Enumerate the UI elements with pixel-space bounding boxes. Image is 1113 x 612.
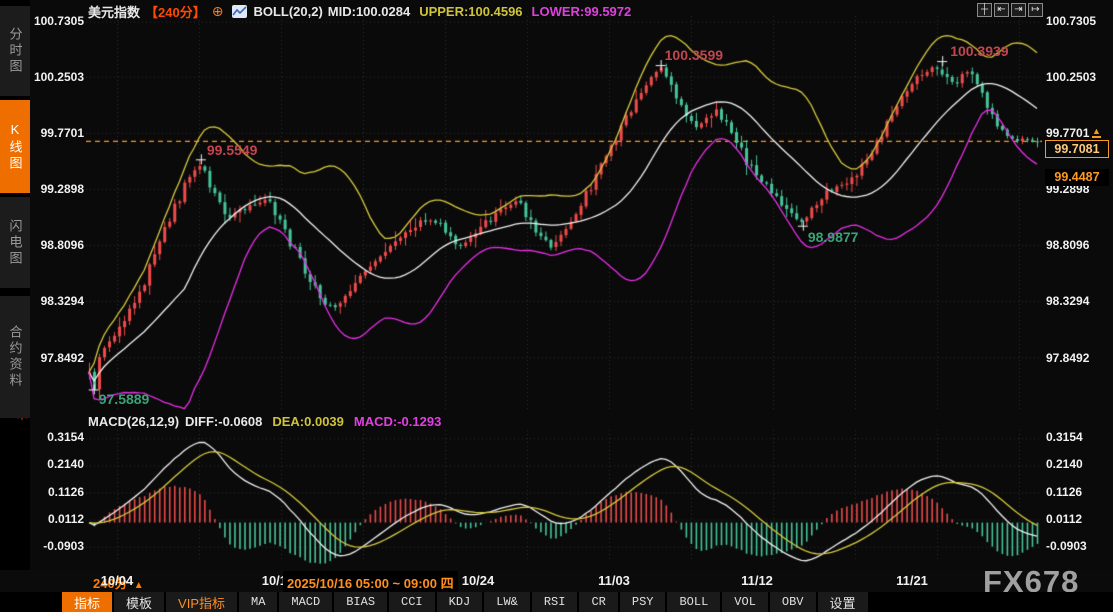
main-y-tick-left-1: 100.2503 <box>30 70 84 84</box>
macd-y-tick-left-2: 0.1126 <box>30 485 84 499</box>
toolbar-item-13[interactable]: VOL <box>722 592 768 612</box>
toolbar-item-11[interactable]: PSY <box>620 592 666 612</box>
toolbar-item-8[interactable]: LW& <box>484 592 530 612</box>
macd-y-tick-right-1: 0.2140 <box>1046 457 1083 471</box>
zoom-step-button[interactable]: ⇥ <box>1011 3 1026 17</box>
main-y-tick-left-5: 98.3294 <box>30 294 84 308</box>
pan-right-button[interactable]: ↦ <box>1028 3 1043 17</box>
toolbar-item-5[interactable]: BIAS <box>334 592 387 612</box>
boll-mid-value: MID:100.0284 <box>328 4 410 19</box>
macd-dea-value: DEA:0.0039 <box>272 414 344 429</box>
chart-annotation-high-4: 100.3939 <box>950 43 1008 59</box>
main-chart-canvas[interactable] <box>86 6 1042 414</box>
toolbar-item-7[interactable]: KDJ <box>437 592 483 612</box>
sidebar-tab-2[interactable]: 闪电图 <box>0 197 30 288</box>
toolbar-item-14[interactable]: OBV <box>770 592 816 612</box>
main-y-tick-left-4: 98.8096 <box>30 238 84 252</box>
zoom-fit-button[interactable]: ⇤ <box>994 3 1009 17</box>
x-axis-label-4: 11/12 <box>741 573 773 588</box>
main-y-tick-left-2: 99.7701 <box>30 126 84 140</box>
jump-to-latest-icon[interactable]: ▲ <box>1092 127 1101 138</box>
toolbar-item-1[interactable]: 模板 <box>114 592 164 612</box>
macd-diff-value: DIFF:-0.0608 <box>185 414 262 429</box>
sidebar-tab-0[interactable]: 分时图 <box>0 6 30 96</box>
chart-annotation-high-1: 99.5549 <box>207 142 258 158</box>
crosshair-button[interactable]: ┼ <box>977 3 992 17</box>
chart-annotation-low-3: 98.9877 <box>808 229 859 245</box>
main-y-tick-right-4: 98.8096 <box>1046 238 1089 252</box>
main-y-tick-right-0: 100.7305 <box>1046 14 1096 28</box>
macd-y-tick-left-0: 0.3154 <box>30 430 84 444</box>
chart-annotation-low-0: 97.5889 <box>99 391 150 407</box>
macd-chart-canvas[interactable] <box>86 424 1042 566</box>
sidebar-tab-3[interactable]: 合约资料 <box>0 296 30 418</box>
macd-y-tick-left-1: 0.2140 <box>30 457 84 471</box>
toolbar-item-12[interactable]: BOLL <box>667 592 720 612</box>
boll-lower-value: LOWER:99.5972 <box>532 4 632 19</box>
x-axis-label-0: 10/04 <box>101 573 134 588</box>
date-range-tooltip: 2025/10/16 05:00 ~ 09:00 四 <box>283 571 458 594</box>
target-plus-icon[interactable]: ⊕ <box>212 3 224 20</box>
indicator-toolbar: 指标模板VIP指标MAMACDBIASCCIKDJLW&RSICRPSYBOLL… <box>0 592 1113 612</box>
x-axis-label-5: 11/21 <box>896 573 928 588</box>
period-dropdown-arrow-icon: ▲ <box>134 580 144 591</box>
main-y-tick-right-5: 98.3294 <box>1046 294 1089 308</box>
main-y-tick-right-2: 99.7701 <box>1046 126 1089 140</box>
main-y-tick-right-1: 100.2503 <box>1046 70 1096 84</box>
chart-type-sidebar: 分时图 K线图闪电图合约资料 <box>0 0 30 612</box>
chart-annotation-high-2: 100.3599 <box>665 47 723 63</box>
macd-y-tick-right-0: 0.3154 <box>1046 430 1083 444</box>
trading-app-window: 分时图 K线图闪电图合约资料 美元指数 【240分】 ⊕ BOLL(20,2) M… <box>0 0 1113 612</box>
toolbar-item-2[interactable]: VIP指标 <box>166 592 237 612</box>
macd-y-tick-left-3: 0.0112 <box>30 512 84 526</box>
kline-chart-icon[interactable] <box>232 5 247 18</box>
toolbar-item-0[interactable]: 指标 <box>62 592 112 612</box>
reference-price-badge: 99.4487 <box>1045 169 1109 186</box>
main-y-tick-right-6: 97.8492 <box>1046 351 1089 365</box>
main-y-tick-left-0: 100.7305 <box>30 14 84 28</box>
toolbar-item-10[interactable]: CR <box>579 592 617 612</box>
x-axis-label-2: 10/24 <box>462 573 495 588</box>
main-y-tick-left-6: 97.8492 <box>30 351 84 365</box>
chart-tool-buttons: ┼⇤⇥↦ <box>977 3 1043 17</box>
macd-label: MACD(26,12,9) <box>88 414 179 429</box>
macd-y-tick-left-4: -0.0903 <box>30 539 84 553</box>
x-axis-label-3: 11/03 <box>598 573 630 588</box>
macd-y-tick-right-3: 0.0112 <box>1046 512 1082 526</box>
toolbar-item-6[interactable]: CCI <box>389 592 435 612</box>
toolbar-item-15[interactable]: 设置 <box>818 592 868 612</box>
macd-y-tick-right-2: 0.1126 <box>1046 485 1082 499</box>
boll-label: BOLL(20,2) <box>253 4 322 19</box>
macd-header: MACD(26,12,9) DIFF:-0.0608 DEA:0.0039 MA… <box>88 414 441 429</box>
macd-macd-value: MACD:-0.1293 <box>354 414 441 429</box>
boll-upper-value: UPPER:100.4596 <box>419 4 522 19</box>
symbol-title: 美元指数 <box>88 2 140 21</box>
main-y-tick-left-3: 99.2898 <box>30 182 84 196</box>
toolbar-item-3[interactable]: MA <box>239 592 277 612</box>
macd-y-tick-right-4: -0.0903 <box>1046 539 1087 553</box>
sidebar-tab-1[interactable]: K线图 <box>0 100 30 193</box>
period-badge[interactable]: 【240分】 <box>145 2 206 21</box>
chart-header: 美元指数 【240分】 ⊕ BOLL(20,2) MID:100.0284 UP… <box>88 3 631 20</box>
current-price-badge: 99.7081 <box>1045 140 1109 158</box>
x-axis-row: 240分▲ 2025/10/16 05:00 ~ 09:00 四 10/0410… <box>0 570 1113 592</box>
toolbar-item-9[interactable]: RSI <box>532 592 578 612</box>
toolbar-item-4[interactable]: MACD <box>279 592 332 612</box>
